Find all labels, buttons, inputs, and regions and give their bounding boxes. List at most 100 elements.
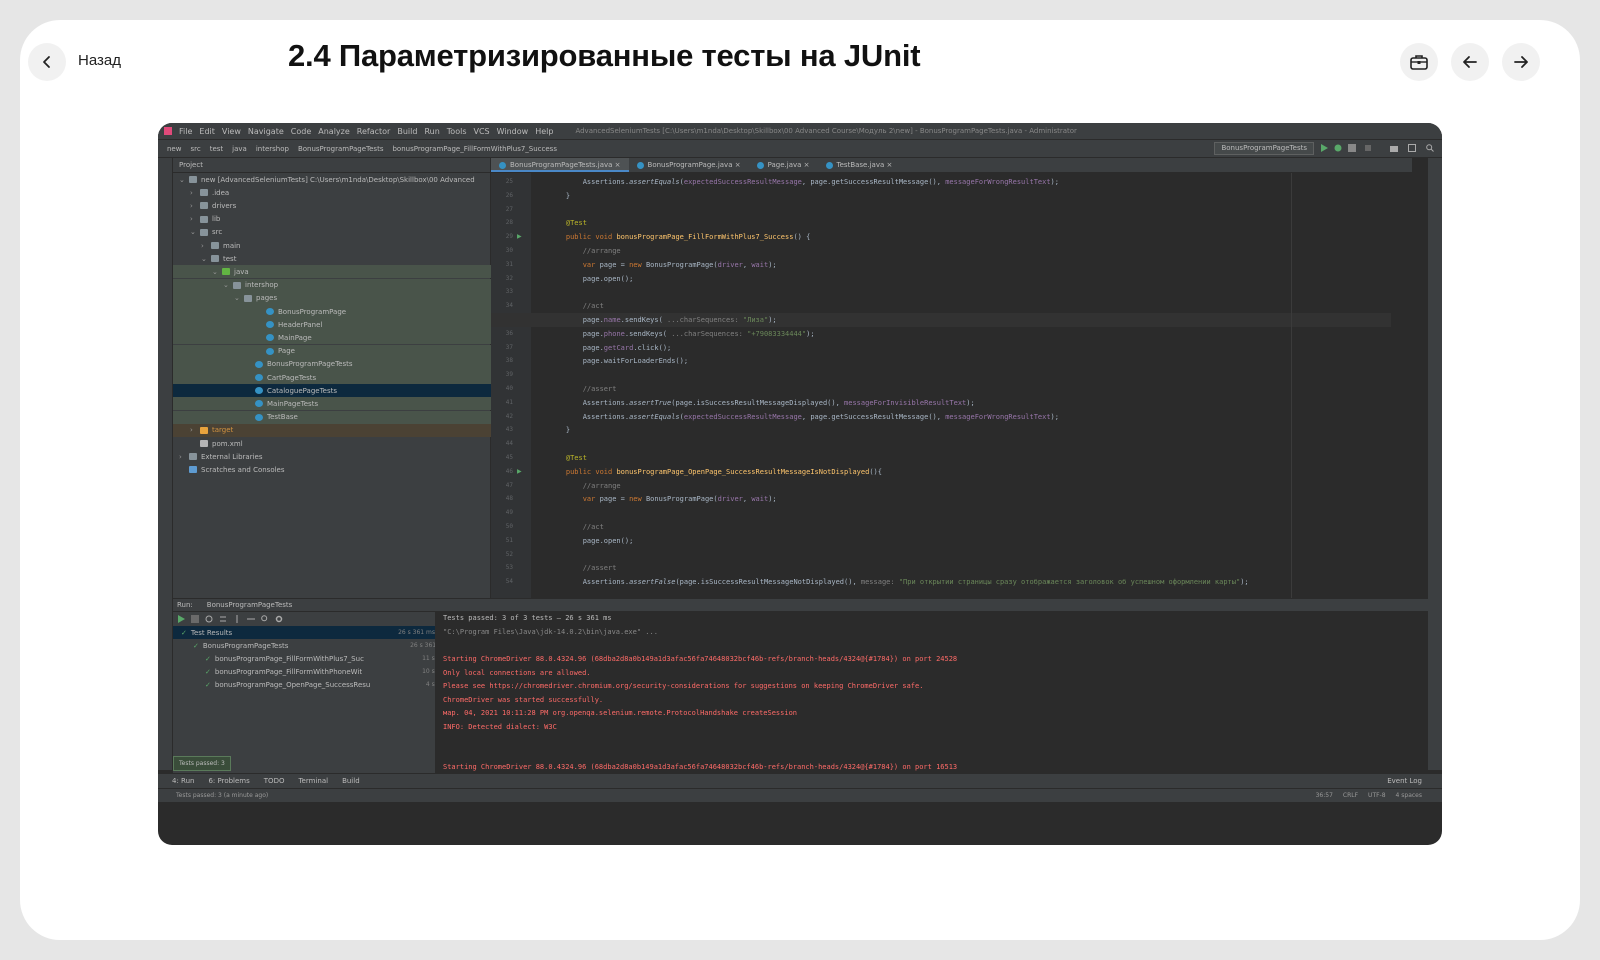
event-log[interactable]: Event Log [1387,777,1422,785]
close-icon[interactable]: × [884,161,892,169]
show-passed-icon[interactable] [191,614,199,623]
next-button[interactable] [1502,43,1540,81]
menu-item-tools[interactable]: Tools [447,127,467,136]
test-result-row[interactable]: ✓ bonusProgramPage_FillFormWithPhoneWit 10… [173,665,465,678]
layout-icon[interactable] [1408,144,1416,152]
run-tab[interactable]: BonusProgramPageTests [207,601,293,609]
editor-tab[interactable]: Page.java × [749,158,818,172]
collapse-all-icon[interactable] [247,615,255,623]
chevron-right-icon[interactable]: › [201,242,211,250]
chevron-down-icon[interactable]: ⌄ [190,228,200,236]
tree-item[interactable]: › target [173,423,507,437]
test-result-row[interactable]: ✓ BonusProgramPageTests 26 s 361 ms [173,639,453,652]
run-console[interactable]: Tests passed: 3 of 3 tests – 26 s 361 ms… [435,612,1428,785]
java-class-icon [255,374,263,381]
java-class-icon [266,308,274,315]
menu-item-refactor[interactable]: Refactor [357,127,391,136]
tree-item[interactable]: › main [173,239,518,252]
menu-item-navigate[interactable]: Navigate [248,127,284,136]
tree-item[interactable]: ⌄ intershop [173,278,540,292]
breadcrumb-item[interactable]: src [190,145,200,153]
run-icon[interactable] [1320,144,1328,152]
tree-item[interactable]: › lib [173,213,507,226]
close-icon[interactable]: × [801,161,810,169]
chevron-down-icon[interactable]: ⌄ [212,268,222,276]
code-line: } [491,423,1391,437]
breadcrumb-item[interactable]: bonusProgramPage_FillFormWithPlus7_Succe… [392,145,557,153]
sort-icon[interactable] [219,615,227,623]
code-line: page.getCard.click(); [491,341,1391,355]
close-icon[interactable]: × [733,161,741,169]
chevron-right-icon[interactable]: › [190,426,200,434]
editor-tab[interactable]: BonusProgramPageTests.java × [491,158,629,172]
breadcrumb-item[interactable]: new [167,145,181,153]
tree-item[interactable]: ⌄ src [173,226,507,239]
menu-item-build[interactable]: Build [397,127,417,136]
materials-button[interactable] [1400,43,1438,81]
chevron-right-icon[interactable]: › [190,189,200,197]
tree-item[interactable]: ⌄ test [173,252,518,265]
chevron-right-icon[interactable]: › [190,202,200,210]
back-label[interactable]: Назад [78,52,121,69]
chevron-down-icon[interactable]: ⌄ [234,294,244,302]
search-icon[interactable] [1426,144,1434,152]
stop-icon[interactable] [1364,144,1372,152]
breadcrumb-item[interactable]: intershop [256,145,289,153]
back-button[interactable] [28,43,66,81]
test-result-row[interactable]: ✓ bonusProgramPage_OpenPage_SuccessResu 4 … [173,678,465,691]
project-panel-header[interactable]: Project [173,158,490,173]
chevron-down-icon[interactable]: ⌄ [179,176,189,184]
tree-item[interactable]: Scratches and Consoles [173,463,496,476]
tool-window-tab[interactable]: Terminal [298,777,328,785]
tree-item[interactable]: › drivers [173,199,507,212]
tree-item[interactable]: ⌄ new [AdvancedSeleniumTests] C:\Users\m1… [173,173,496,186]
show-ignored-icon[interactable] [205,615,213,623]
run-config-select[interactable]: BonusProgramPageTests [1214,142,1314,155]
settings-gear-icon[interactable] [275,615,283,623]
tree-item[interactable]: pom.xml [173,437,507,450]
find-icon[interactable] [261,614,269,623]
tool-window-tab[interactable]: 4: Run [172,777,194,785]
menu-item-vcs[interactable]: VCS [474,127,490,136]
coverage-icon[interactable] [1348,144,1356,152]
menu-item-code[interactable]: Code [291,127,311,136]
menu-item-analyze[interactable]: Analyze [318,127,350,136]
test-result-row[interactable]: ✓ bonusProgramPage_FillFormWithPlus7_Suc 1… [173,652,465,665]
menu-item-help[interactable]: Help [535,127,553,136]
chevron-down-icon[interactable]: ⌄ [201,255,211,263]
status-item[interactable]: 4 spaces [1396,792,1422,799]
tree-item[interactable]: › .idea [173,186,507,199]
code-editor[interactable]: BonusProgramPageTests.java × BonusProgram… [491,158,1412,598]
project-structure-icon[interactable] [1390,144,1398,152]
test-result-row[interactable]: ✓ Test Results 26 s 361 ms [173,626,441,639]
editor-tab[interactable]: TestBase.java × [818,158,901,172]
tree-item[interactable]: › External Libraries [173,450,496,463]
menu-item-run[interactable]: Run [424,127,439,136]
check-icon: ✓ [181,628,187,637]
status-item[interactable]: UTF-8 [1368,792,1386,799]
expand-all-icon[interactable] [233,614,241,623]
status-item[interactable]: CRLF [1343,792,1358,799]
tool-window-tab[interactable]: 6: Problems [208,777,249,785]
prev-button[interactable] [1451,43,1489,81]
menu-item-edit[interactable]: Edit [199,127,215,136]
debug-icon[interactable] [1334,144,1342,152]
status-item[interactable]: 36:57 [1316,792,1333,799]
editor-tab[interactable]: BonusProgramPage.java × [629,158,749,172]
breadcrumb-item[interactable]: java [232,145,247,153]
folder-icon [200,228,208,236]
breadcrumb-item[interactable]: test [210,145,223,153]
chevron-down-icon[interactable]: ⌄ [223,281,233,289]
close-icon[interactable]: × [612,161,621,169]
menu-item-view[interactable]: View [222,127,241,136]
tree-item[interactable]: ⌄ java [173,265,529,279]
chevron-right-icon[interactable]: › [190,215,200,223]
tool-window-tab[interactable]: TODO [264,777,285,785]
menu-item-window[interactable]: Window [497,127,529,136]
rerun-icon[interactable] [177,614,185,623]
chevron-right-icon[interactable]: › [179,453,189,461]
java-class-icon [255,360,263,368]
breadcrumb-item[interactable]: BonusProgramPageTests [298,145,384,153]
tool-window-tab[interactable]: Build [342,777,360,785]
menu-item-file[interactable]: File [179,127,192,136]
